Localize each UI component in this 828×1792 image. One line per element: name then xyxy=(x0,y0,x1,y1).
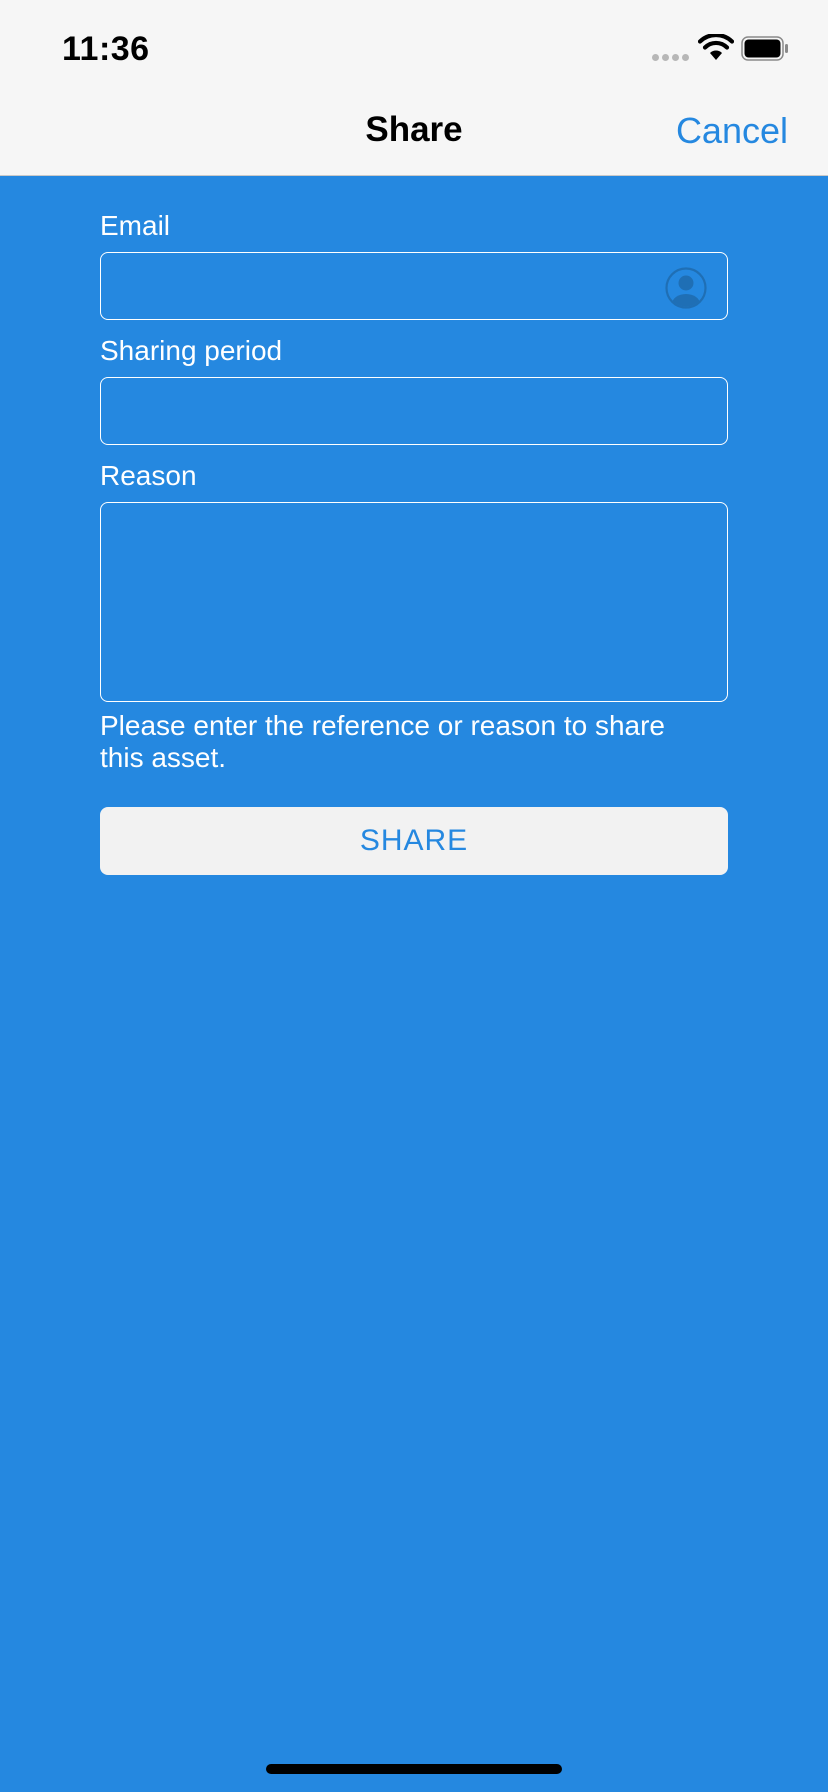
cellular-signal-icon xyxy=(652,54,692,62)
reason-textarea[interactable] xyxy=(100,502,728,702)
wifi-icon xyxy=(698,34,734,60)
person-circle-icon[interactable] xyxy=(665,267,707,309)
share-button[interactable]: SHARE xyxy=(100,807,728,875)
email-label: Email xyxy=(100,210,171,241)
sharing-period-field[interactable] xyxy=(100,377,728,445)
reason-label: Reason xyxy=(100,460,197,491)
reason-hint: Please enter the reference or reason to … xyxy=(100,710,666,773)
home-indicator[interactable] xyxy=(266,1764,562,1774)
status-time: 11:36 xyxy=(62,30,150,68)
navigation-bar: 11:36 Share Cancel xyxy=(0,0,828,176)
email-field[interactable] xyxy=(100,252,728,320)
cancel-button[interactable]: Cancel xyxy=(676,110,788,152)
sharing-period-label: Sharing period xyxy=(100,335,283,366)
battery-icon xyxy=(741,36,788,61)
